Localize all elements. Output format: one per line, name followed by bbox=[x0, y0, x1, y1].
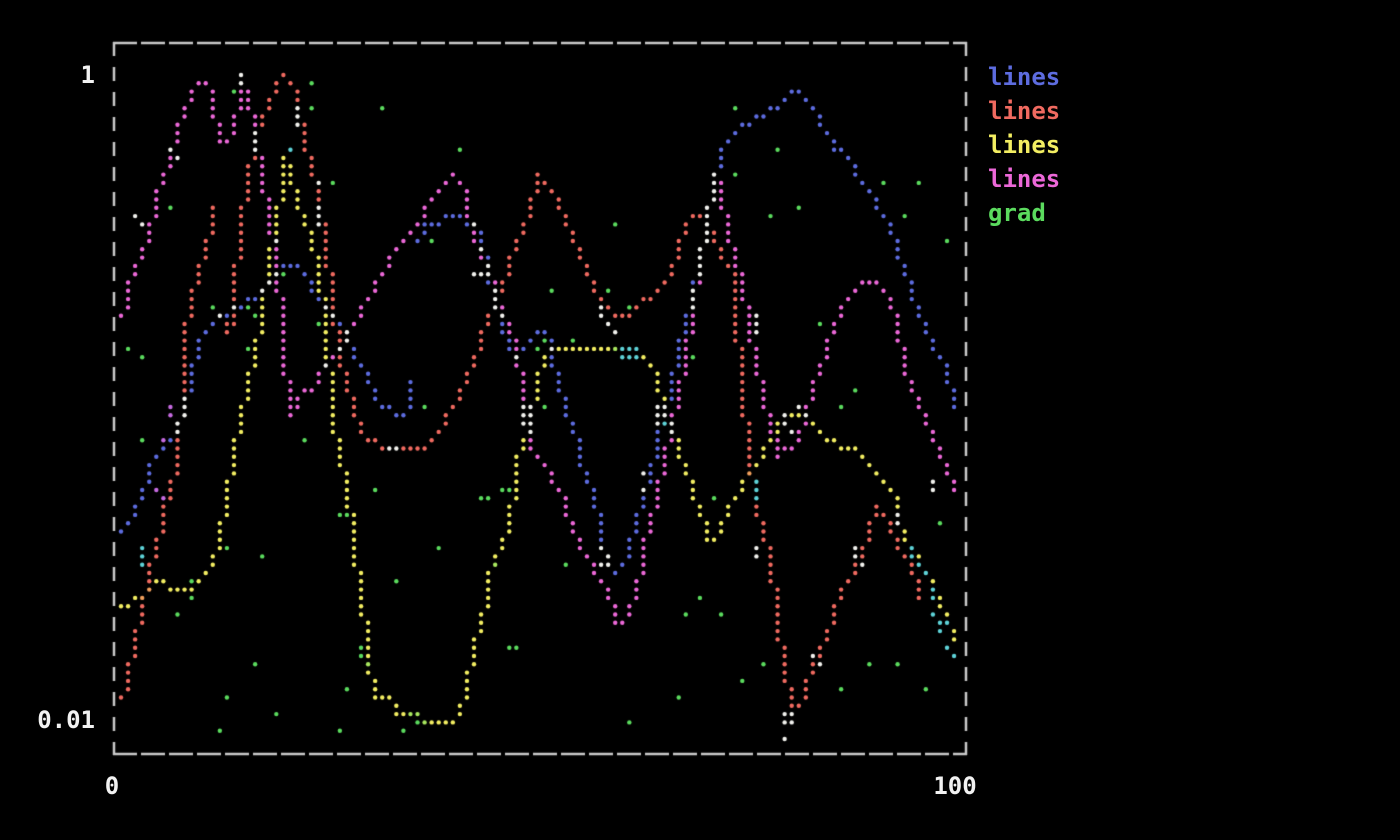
x-axis-tick-0: 0 bbox=[97, 772, 127, 800]
plot-canvas bbox=[0, 0, 1400, 840]
legend-item-lines-yellow: lines bbox=[988, 130, 1060, 164]
legend: lines lines lines lines grad bbox=[988, 62, 1060, 232]
terminal-plot-screen: 1 0.01 0 100 lines lines lines lines gra… bbox=[0, 0, 1400, 840]
legend-item-lines-red: lines bbox=[988, 96, 1060, 130]
x-axis-tick-100: 100 bbox=[925, 772, 985, 800]
legend-item-lines-magenta: lines bbox=[988, 164, 1060, 198]
y-axis-tick-1: 1 bbox=[15, 61, 95, 89]
legend-item-lines-blue: lines bbox=[988, 62, 1060, 96]
y-axis-tick-0.01: 0.01 bbox=[15, 706, 95, 734]
legend-item-grad: grad bbox=[988, 198, 1060, 232]
